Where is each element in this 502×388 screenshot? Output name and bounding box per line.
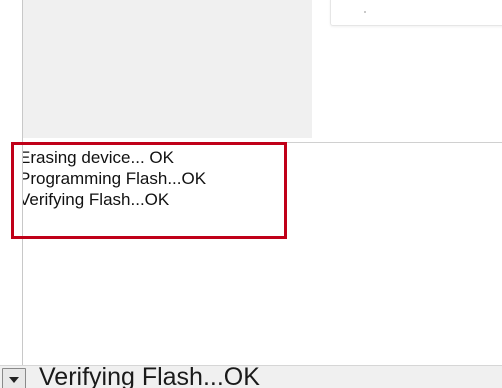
- top-right-field[interactable]: [330, 0, 502, 26]
- status-dropdown-button[interactable]: [2, 368, 26, 388]
- status-message: Verifying Flash...OK: [39, 363, 260, 388]
- flash-tool-window: Erasing device... OK Programming Flash..…: [0, 0, 502, 388]
- upper-panel: [23, 0, 312, 138]
- highlight-annotation: [11, 142, 287, 239]
- field-mark: [364, 11, 366, 13]
- chevron-down-icon: [9, 377, 19, 383]
